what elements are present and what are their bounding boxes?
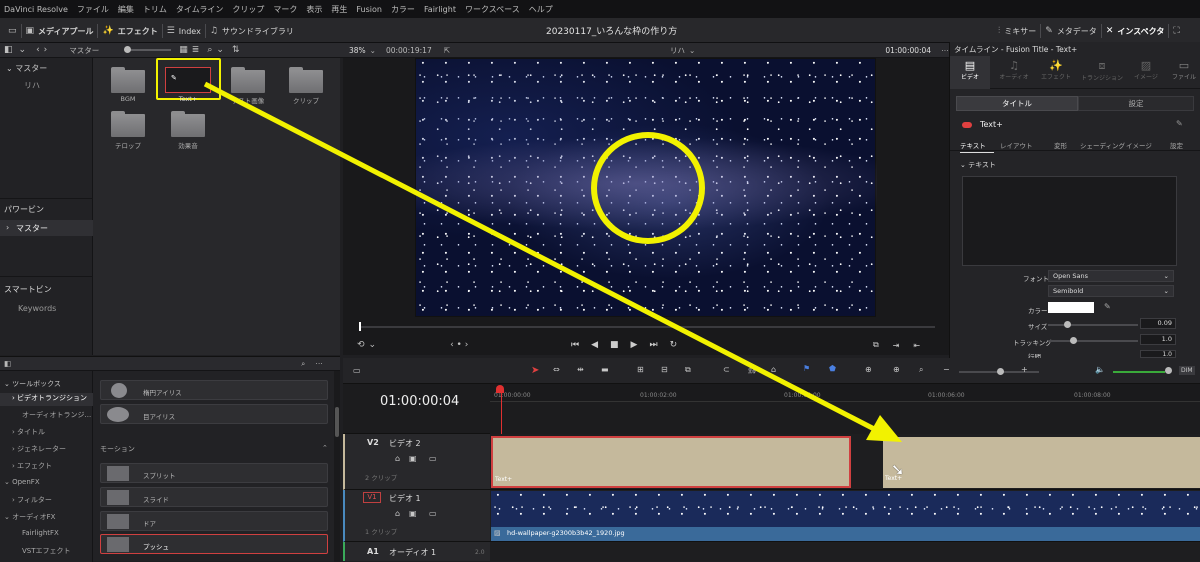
arrow-line bbox=[203, 81, 882, 435]
yellow-arrow-annotation bbox=[203, 81, 902, 442]
